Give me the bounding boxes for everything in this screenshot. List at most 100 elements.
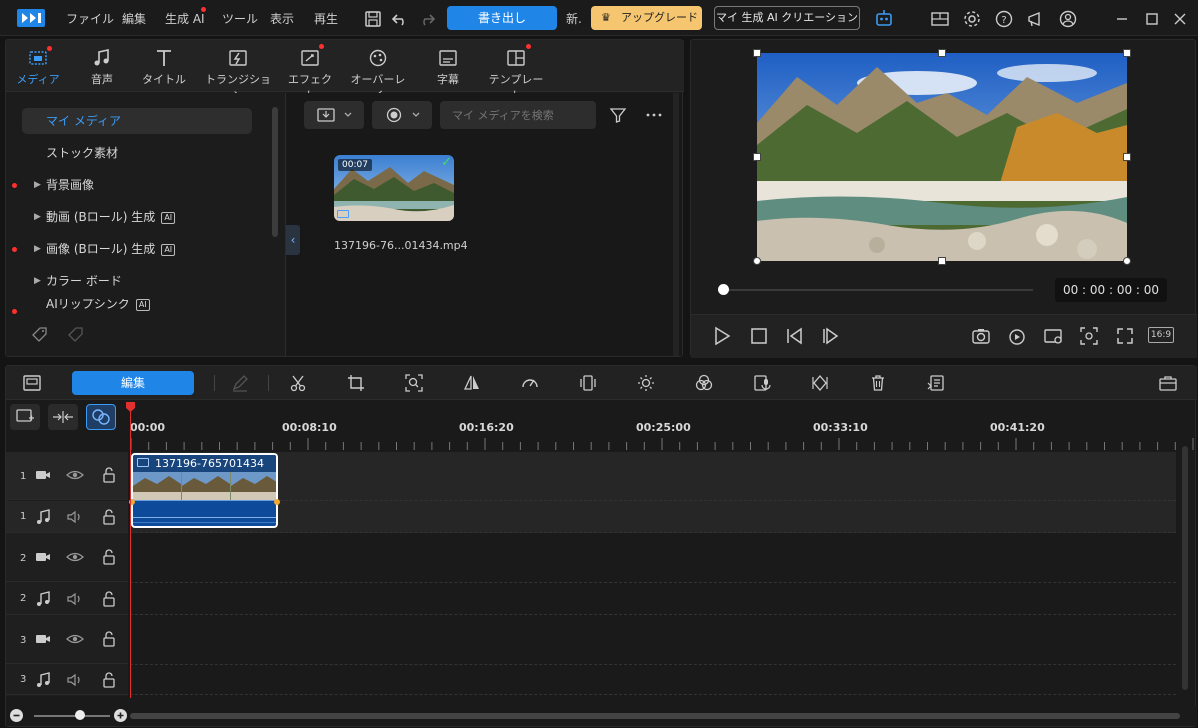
track-lane-video-1[interactable]	[130, 452, 1176, 501]
track-header-audio-1[interactable]: 1	[6, 501, 128, 533]
nav-stock-media[interactable]: ストック素材	[22, 140, 252, 166]
announcement-icon[interactable]	[1026, 9, 1046, 29]
lock-icon[interactable]	[100, 590, 118, 608]
nav-color-board[interactable]: ▶ カラー ボード	[22, 268, 252, 294]
filter-icon[interactable]	[608, 105, 628, 125]
zoom-in-icon[interactable]	[114, 709, 127, 722]
lock-icon[interactable]	[100, 548, 118, 566]
next-frame-icon[interactable]	[819, 325, 841, 347]
play-icon[interactable]	[711, 325, 733, 347]
timeline-horizontal-scrollbar[interactable]	[130, 713, 1180, 719]
track-lane-video-2[interactable]	[130, 534, 1176, 583]
zoom-crop-icon[interactable]	[404, 373, 424, 393]
upgrade-button[interactable]: ♛ アップグレード	[591, 6, 702, 30]
tab-effect[interactable]: エフェクト	[286, 44, 334, 102]
nav-ai-lipsync[interactable]: AIリップシンク AI	[22, 299, 252, 311]
volume-speaker-icon[interactable]	[66, 508, 84, 526]
undo-icon[interactable]	[390, 9, 410, 29]
tab-overlay[interactable]: オーバーレイ	[350, 44, 406, 102]
record-dropdown[interactable]	[372, 101, 432, 129]
clip-keyframe-dot[interactable]	[274, 499, 280, 505]
timeline-ruler[interactable]: 00:00 00:08:10 00:16:20 00:25:00 00:33:1…	[130, 402, 1194, 452]
visibility-eye-icon[interactable]	[66, 548, 84, 566]
track-header-audio-2[interactable]: 2	[6, 583, 128, 615]
crop-icon[interactable]	[346, 373, 366, 393]
snapshot-camera-icon[interactable]	[970, 325, 992, 347]
zoom-slider-knob[interactable]	[75, 710, 85, 720]
resize-handle[interactable]	[938, 49, 946, 57]
playhead[interactable]	[130, 402, 131, 698]
redo-icon[interactable]	[417, 9, 437, 29]
volume-speaker-icon[interactable]	[66, 590, 84, 608]
lock-icon[interactable]	[100, 630, 118, 648]
tab-audio[interactable]: 音声	[82, 44, 122, 90]
track-lane-audio-1[interactable]	[130, 501, 1176, 533]
save-icon[interactable]	[363, 9, 383, 29]
tab-title[interactable]: タイトル	[140, 44, 188, 90]
color-adjust-icon[interactable]	[694, 373, 714, 393]
edit-pen-icon[interactable]	[230, 373, 250, 393]
seek-knob[interactable]	[718, 284, 729, 295]
previous-frame-icon[interactable]	[784, 325, 806, 347]
resize-handle[interactable]	[753, 49, 761, 57]
tab-media[interactable]: メディア	[14, 44, 62, 90]
help-icon[interactable]: ?	[994, 9, 1014, 29]
preview-video-frame[interactable]	[757, 53, 1127, 261]
visibility-eye-icon[interactable]	[66, 630, 84, 648]
resize-handle[interactable]	[1123, 153, 1131, 161]
close-icon[interactable]	[1170, 9, 1190, 29]
timeline-vertical-scrollbar[interactable]	[1182, 446, 1188, 690]
flip-icon[interactable]	[462, 373, 482, 393]
resize-handle[interactable]	[1123, 257, 1131, 265]
more-options-icon[interactable]	[644, 105, 664, 125]
nav-video-broll-gen[interactable]: ▶ 動画 (Bロール) 生成 AI	[22, 204, 252, 230]
speed-gauge-icon[interactable]	[520, 373, 540, 393]
nav-background-images[interactable]: ▶ 背景画像	[22, 172, 252, 198]
brightness-icon[interactable]	[636, 373, 656, 393]
track-header-video-3[interactable]: 3	[6, 616, 128, 664]
menu-playback[interactable]: 再生	[314, 10, 338, 27]
add-tag-icon[interactable]	[30, 325, 50, 345]
zoom-slider-track[interactable]	[34, 715, 110, 717]
menu-gen-ai[interactable]: 生成 AI	[165, 10, 205, 27]
tab-template[interactable]: テンプレート	[486, 44, 546, 102]
playhead-marker-icon[interactable]	[126, 402, 135, 412]
stop-icon[interactable]	[748, 325, 770, 347]
maximize-icon[interactable]	[1142, 9, 1162, 29]
settings-gear-icon[interactable]	[962, 9, 982, 29]
link-tracks-button[interactable]	[86, 404, 116, 430]
keyframe-icon[interactable]	[810, 373, 830, 393]
track-header-video-1[interactable]: 1	[6, 452, 128, 500]
tab-subtitle[interactable]: 字幕	[428, 44, 468, 90]
import-dropdown[interactable]	[304, 101, 364, 129]
minimize-icon[interactable]	[1112, 9, 1132, 29]
scissors-split-icon[interactable]	[288, 373, 308, 393]
render-preview-icon[interactable]	[1042, 325, 1064, 347]
ai-assistant-icon[interactable]	[874, 8, 894, 28]
new-button[interactable]: 新.	[566, 10, 582, 27]
zoom-out-icon[interactable]	[10, 709, 23, 722]
resize-handle[interactable]	[753, 257, 761, 265]
preview-seek-bar[interactable]	[723, 289, 1033, 291]
preview-quality-icon[interactable]	[1006, 325, 1028, 347]
track-header-video-2[interactable]: 2	[6, 534, 128, 582]
fit-timeline-button[interactable]	[48, 404, 78, 430]
more-tools-icon[interactable]	[926, 373, 946, 393]
lock-icon[interactable]	[100, 466, 118, 484]
edit-button[interactable]: 編集	[72, 371, 194, 395]
track-lane-video-3[interactable]	[130, 616, 1176, 665]
menu-edit[interactable]: 編集	[122, 10, 146, 27]
resize-handle[interactable]	[1123, 49, 1131, 57]
zoom-preview-icon[interactable]	[1078, 325, 1100, 347]
media-search-input[interactable]	[440, 101, 596, 129]
timeline-audio-clip[interactable]	[131, 500, 278, 528]
visibility-eye-icon[interactable]	[66, 466, 84, 484]
menu-file[interactable]: ファイル	[66, 10, 114, 27]
lock-icon[interactable]	[100, 671, 118, 689]
export-button[interactable]: 書き出し	[447, 6, 557, 30]
tab-transition[interactable]: トランジション	[204, 44, 272, 102]
collapse-panel-button[interactable]: ‹	[286, 225, 300, 255]
nav-image-broll-gen[interactable]: ▶ 画像 (Bロール) 生成 AI	[22, 236, 252, 262]
timeline-video-clip[interactable]: 137196-765701434	[131, 453, 278, 501]
remove-tag-icon[interactable]	[66, 325, 86, 345]
